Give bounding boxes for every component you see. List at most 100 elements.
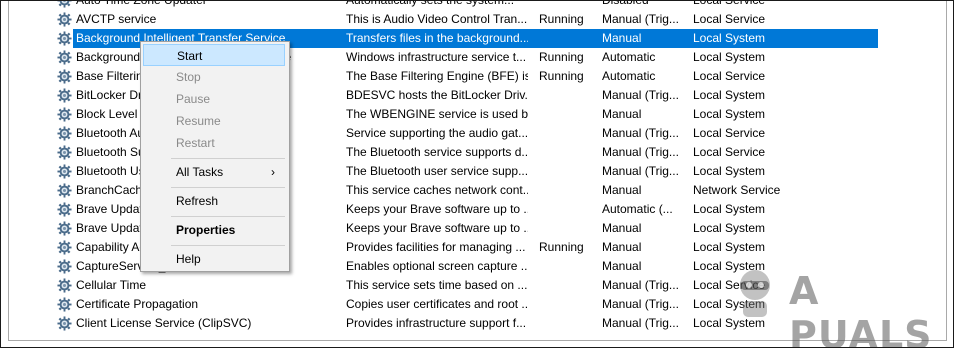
menu-separator xyxy=(171,216,285,217)
menu-resume[interactable]: Resume xyxy=(143,110,285,132)
service-description: Copies user certificates and root ... xyxy=(346,297,528,311)
service-startup-type: Manual (Trig... xyxy=(602,297,679,311)
services-window: Auto Time Zone Updater Automatically sets… xyxy=(0,0,954,348)
gear-icon xyxy=(57,259,72,274)
service-description: Provides infrastructure support f... xyxy=(346,316,527,330)
menu-refresh-label: Refresh xyxy=(176,194,219,208)
service-description: The Base Filtering Engine (BFE) is... xyxy=(346,69,528,83)
menu-resume-label: Resume xyxy=(176,114,221,128)
gear-icon xyxy=(57,221,72,236)
service-description: Automatically sets the system... xyxy=(346,0,515,7)
service-startup-type: Manual (Trig... xyxy=(602,278,679,292)
service-description: Keeps your Brave software up to ... xyxy=(346,202,528,216)
menu-stop[interactable]: Stop xyxy=(143,66,285,88)
service-name: AVCTP service xyxy=(76,12,157,26)
service-name: Certificate Propagation xyxy=(76,297,199,311)
menu-separator xyxy=(171,245,285,246)
gear-icon xyxy=(57,88,72,103)
service-status: Running xyxy=(539,69,584,83)
service-logon-as: Local System xyxy=(693,297,766,311)
service-logon-as: Local Service xyxy=(693,126,766,140)
service-startup-type: Disabled xyxy=(602,0,649,7)
service-logon-as: Local Service xyxy=(693,12,766,26)
service-logon-as: Local Service xyxy=(693,145,766,159)
gear-icon xyxy=(57,183,72,198)
menu-properties-label: Properties xyxy=(176,223,236,237)
service-description: Enables optional screen capture ... xyxy=(346,259,528,273)
menu-all-tasks[interactable]: All Tasks › xyxy=(143,161,285,183)
service-description: The Bluetooth service supports d... xyxy=(346,145,528,159)
service-description: Windows infrastructure service t... xyxy=(346,50,527,64)
service-logon-as: Local System xyxy=(693,316,766,330)
service-description: This service caches network cont... xyxy=(346,183,528,197)
gear-icon xyxy=(57,297,72,312)
service-description: BDESVC hosts the BitLocker Driv... xyxy=(346,88,528,102)
service-startup-type: Manual xyxy=(602,107,642,121)
service-logon-as: Local System xyxy=(693,50,766,64)
gear-icon xyxy=(57,316,72,331)
service-logon-as: Local System xyxy=(693,202,766,216)
service-logon-as: Local System xyxy=(693,259,766,273)
service-row[interactable]: Cellular Time This service sets time base… xyxy=(55,276,945,295)
service-description: Service supporting the audio gat... xyxy=(346,126,528,140)
menu-properties[interactable]: Properties xyxy=(143,219,285,241)
menu-restart[interactable]: Restart xyxy=(143,132,285,154)
gear-icon xyxy=(57,202,72,217)
menu-all-tasks-label: All Tasks xyxy=(176,165,224,179)
menu-start[interactable]: Start xyxy=(143,44,285,66)
chevron-right-icon: › xyxy=(271,165,275,179)
service-description: This is Audio Video Control Tran... xyxy=(346,12,528,26)
service-row[interactable]: Client License Service (ClipSVC) Provides… xyxy=(55,314,945,333)
service-startup-type: Manual (Trig... xyxy=(602,88,679,102)
menu-restart-label: Restart xyxy=(176,136,215,150)
service-startup-type: Manual xyxy=(602,221,642,235)
service-row[interactable]: Auto Time Zone Updater Automatically sets… xyxy=(55,0,945,10)
service-row[interactable]: Certificate Propagation Copies user certi… xyxy=(55,295,945,314)
menu-refresh[interactable]: Refresh xyxy=(143,190,285,212)
service-logon-as: Local Service xyxy=(693,69,766,83)
service-description: Keeps your Brave software up to ... xyxy=(346,221,528,235)
service-startup-type: Manual xyxy=(602,259,642,273)
service-logon-as: Local System xyxy=(693,164,766,178)
menu-pause-label: Pause xyxy=(176,92,211,106)
gear-icon xyxy=(57,31,72,46)
service-logon-as: Local System xyxy=(693,240,766,254)
service-status: Running xyxy=(539,50,584,64)
service-description: Provides facilities for managing ... xyxy=(346,240,526,254)
service-logon-as: Local Service xyxy=(693,278,766,292)
service-startup-type: Manual xyxy=(602,31,642,45)
service-description: Transfers files in the background... xyxy=(346,31,528,45)
menu-help[interactable]: Help xyxy=(143,248,285,270)
menu-stop-label: Stop xyxy=(176,70,201,84)
service-startup-type: Manual (Trig... xyxy=(602,316,679,330)
gear-icon xyxy=(57,69,72,84)
service-startup-type: Automatic xyxy=(602,69,656,83)
service-row[interactable]: AVCTP service This is Audio Video Control… xyxy=(55,10,945,29)
gear-icon xyxy=(57,1,72,8)
service-logon-as: Local System xyxy=(693,88,766,102)
service-name: Auto Time Zone Updater xyxy=(76,0,207,7)
menu-help-label: Help xyxy=(176,252,201,266)
service-logon-as: Local Service xyxy=(693,0,766,7)
gear-icon xyxy=(57,145,72,160)
service-status: Running xyxy=(539,240,584,254)
service-status: Running xyxy=(539,12,584,26)
menu-separator xyxy=(171,187,285,188)
service-description: This service sets time based on ... xyxy=(346,278,528,292)
service-startup-type: Manual xyxy=(602,240,642,254)
service-description: The WBENGINE service is used b... xyxy=(346,107,528,121)
service-logon-as: Network Service xyxy=(693,183,781,197)
gear-icon xyxy=(57,278,72,293)
menu-separator xyxy=(171,158,285,159)
service-startup-type: Manual xyxy=(602,183,642,197)
service-startup-type: Manual (Trig... xyxy=(602,12,679,26)
service-logon-as: Local System xyxy=(693,221,766,235)
context-menu: Start Stop Pause Resume Restart All Task… xyxy=(140,41,290,272)
service-startup-type: Automatic xyxy=(602,50,656,64)
service-name: Cellular Time xyxy=(76,278,147,292)
menu-pause[interactable]: Pause xyxy=(143,88,285,110)
gear-icon xyxy=(57,107,72,122)
service-startup-type: Manual (Trig... xyxy=(602,145,679,159)
service-logon-as: Local System xyxy=(693,31,766,45)
gear-icon xyxy=(57,12,72,27)
